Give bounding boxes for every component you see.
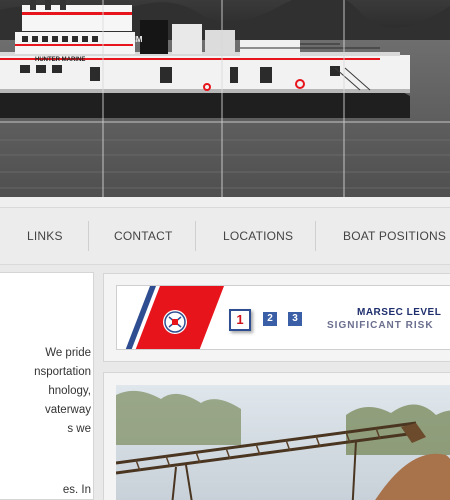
intro-line: We pride	[45, 347, 91, 359]
intro-line: s we	[67, 423, 91, 435]
bow-letters-text: HM	[130, 35, 143, 44]
nav-contact[interactable]: CONTACT	[114, 208, 173, 264]
marsec-level-3-button[interactable]: 3	[288, 312, 302, 326]
hero-bottom-border	[0, 197, 450, 207]
coast-guard-stripe-icon	[125, 286, 224, 349]
boat-name-text: HUNTER MARINE	[35, 57, 85, 63]
nav-separator	[195, 221, 196, 251]
marsec-level-2-button[interactable]: 2	[263, 312, 277, 326]
nav-links[interactable]: LINKS	[27, 208, 63, 264]
page: HUNTER MARINE HM LINKS CONTACT LOCATIONS…	[0, 0, 450, 500]
conveyor-illustration	[116, 385, 450, 500]
towboat-illustration: HUNTER MARINE HM	[0, 0, 450, 197]
intro-line: nsportation	[34, 366, 91, 378]
intro-line: hnology,	[48, 385, 91, 397]
nav-boat-positions[interactable]: BOAT POSITIONS	[343, 208, 446, 264]
main-navigation: LINKS CONTACT LOCATIONS BOAT POSITIONS	[0, 207, 450, 265]
conveyor-photo-panel	[103, 372, 450, 500]
marsec-risk-status: SIGNIFICANT RISK	[327, 320, 434, 331]
marsec-level-1-button[interactable]: 1	[229, 309, 251, 331]
marsec-widget: 1 2 3 MARSEC LEVEL SIGNIFICANT RISK	[116, 285, 450, 350]
nav-separator	[88, 221, 89, 251]
intro-line: es. In	[62, 484, 91, 496]
intro-text-panel: We pride nsportation hnology, vaterway s…	[0, 272, 94, 500]
conveyor-photo	[116, 385, 450, 500]
marsec-panel: 1 2 3 MARSEC LEVEL SIGNIFICANT RISK	[103, 273, 450, 362]
marsec-level-title: MARSEC LEVEL	[357, 307, 442, 318]
hero-towboat-photo: HUNTER MARINE HM	[0, 0, 450, 197]
intro-line: vaterway	[44, 404, 91, 416]
nav-locations[interactable]: LOCATIONS	[223, 208, 293, 264]
nav-separator	[315, 221, 316, 251]
